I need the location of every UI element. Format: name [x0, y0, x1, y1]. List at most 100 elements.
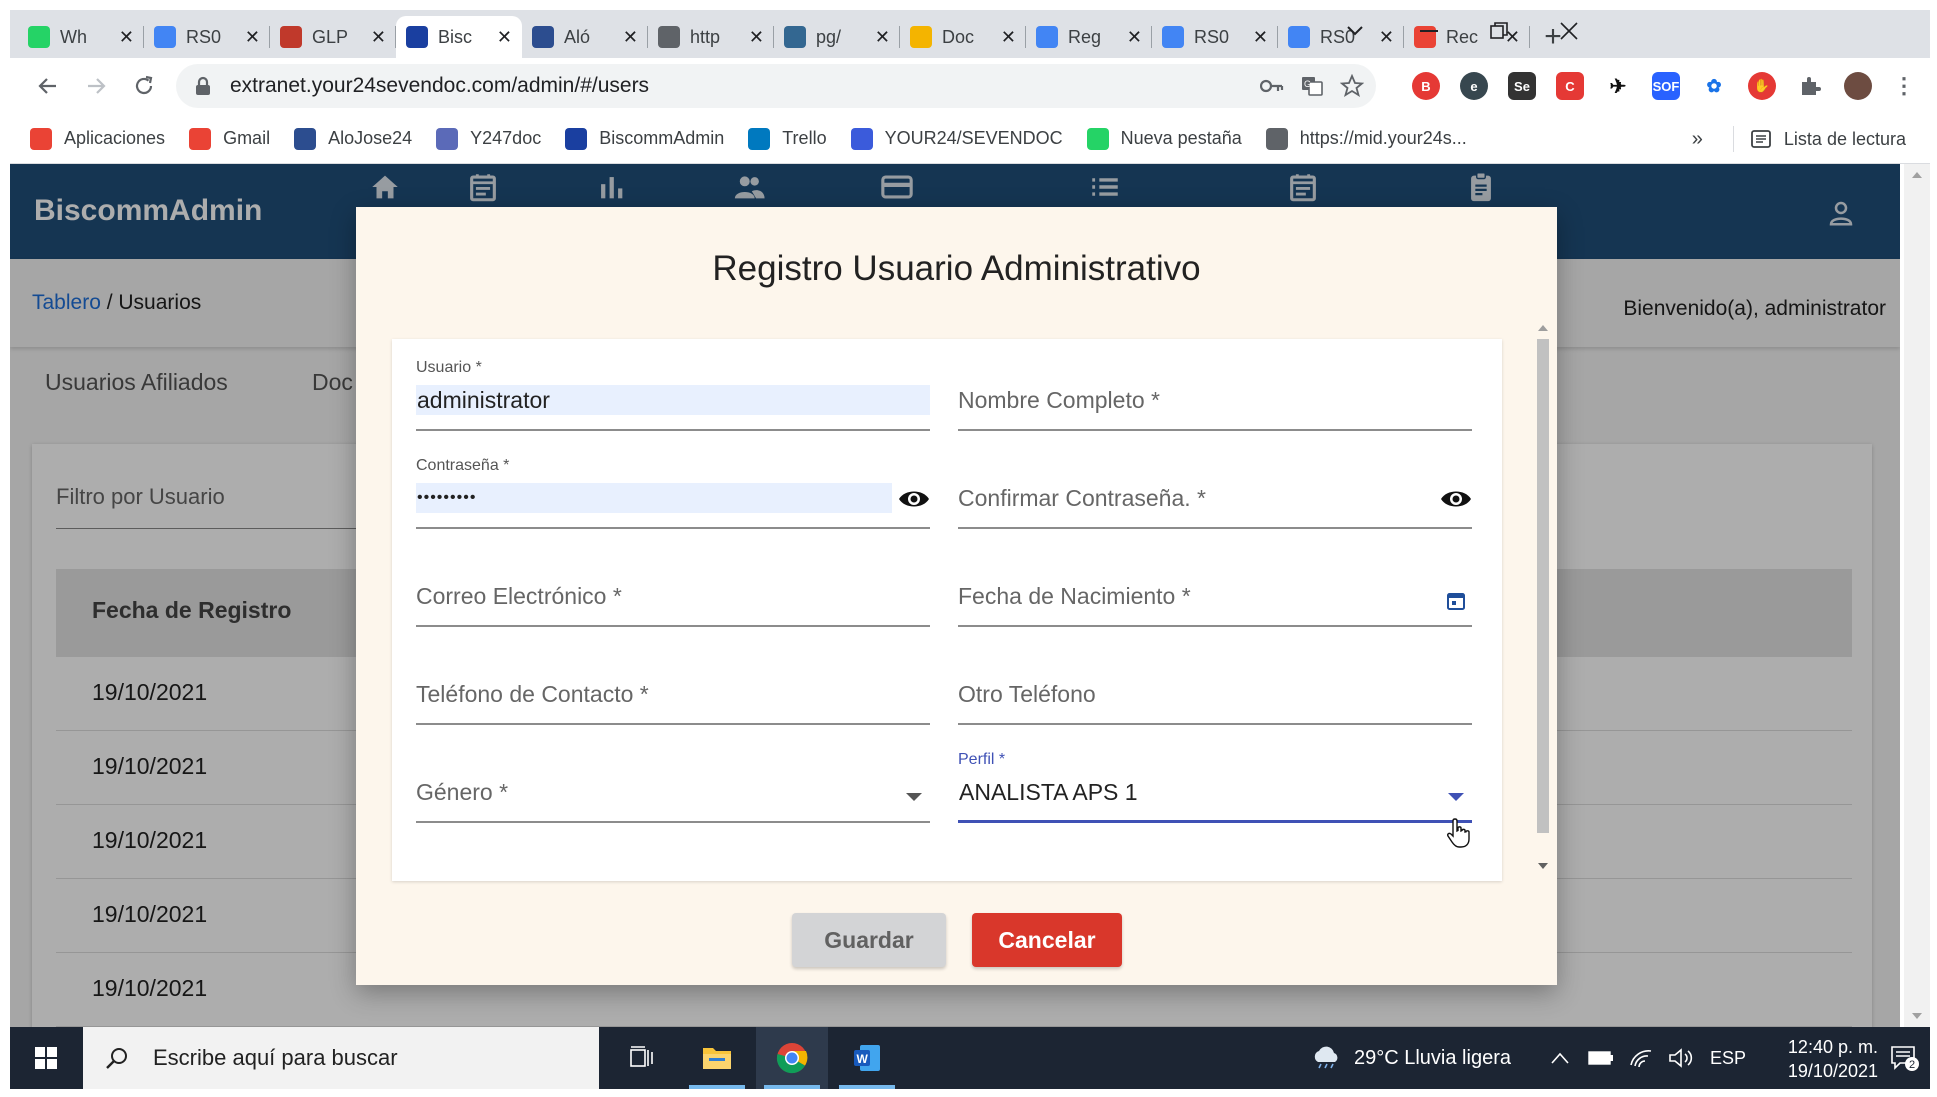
tab-close-icon[interactable]: ✕ [245, 27, 260, 48]
tab-close-icon[interactable]: ✕ [623, 27, 638, 48]
browser-tab-strip: Wh ✕ RS0 ✕ GLP ✕ Bisc ✕ Aló ✕ http ✕ pg/✕ Doc ✕ Reg ✕ RS0… [10, 10, 1930, 58]
bookmark-item[interactable]: Aplicaciones [30, 127, 165, 150]
tab-title: pg/ [816, 26, 842, 47]
close-window-button[interactable] [1534, 10, 1604, 52]
battery-icon[interactable] [1588, 1050, 1614, 1066]
docs-icon [1036, 26, 1058, 48]
taskbar-search-box[interactable]: Escribe aquí para buscar [83, 1027, 599, 1089]
profile-select[interactable]: Perfil * ANALISTA APS 1 [958, 743, 1472, 823]
tab-close-icon[interactable]: ✕ [119, 27, 134, 48]
phone-field[interactable]: Teléfono de Contacto * [416, 645, 930, 725]
notification-center[interactable]: 2 [1890, 1027, 1920, 1089]
task-view-icon[interactable] [606, 1027, 678, 1089]
bookmark-item[interactable]: Y247doc [436, 127, 541, 150]
browser-tab[interactable]: pg/ ✕ [774, 16, 900, 58]
tab-close-icon[interactable]: ✕ [1127, 27, 1142, 48]
selenium-icon[interactable]: Se [1508, 72, 1536, 100]
extension-4-icon[interactable]: C [1556, 72, 1584, 100]
full-name-field[interactable]: Nombre Completo * [958, 351, 1472, 431]
bookmark-label: BiscommAdmin [599, 128, 725, 148]
file-explorer-icon[interactable] [681, 1027, 753, 1089]
profile-avatar[interactable] [1844, 72, 1872, 100]
tab-title: Bisc [438, 26, 473, 47]
reload-button[interactable] [120, 62, 168, 110]
browser-tab[interactable]: Wh ✕ [18, 16, 144, 58]
key-icon[interactable] [1260, 74, 1284, 98]
tab-search-icon[interactable] [1320, 10, 1390, 52]
start-button[interactable] [10, 1027, 82, 1089]
tab-title: Aló [564, 26, 591, 47]
show-confirm-password-eye-icon[interactable] [1440, 483, 1472, 515]
bookmark-label: Nueva pestaña [1120, 128, 1242, 148]
browser-tab[interactable]: Bisc ✕ [396, 16, 522, 58]
translate-icon[interactable]: G [1300, 74, 1324, 98]
browser-tab[interactable]: RS0 ✕ [144, 16, 270, 58]
extensions-puzzle-icon[interactable] [1796, 72, 1824, 100]
bookmark-item[interactable]: https://mid.your24s... [1265, 127, 1467, 150]
extension-2-icon[interactable]: e [1460, 72, 1488, 100]
forward-button[interactable] [72, 62, 120, 110]
tab-title: RS0 [186, 26, 222, 47]
calendar-picker-icon[interactable] [1440, 585, 1472, 617]
volume-icon[interactable] [1668, 1047, 1694, 1069]
confirm-password-field[interactable]: Confirmar Contraseña. * [958, 449, 1472, 529]
reading-list-icon [1751, 130, 1771, 148]
extension-5-icon[interactable]: ✈ [1604, 72, 1632, 100]
tab-close-icon[interactable]: ✕ [1253, 27, 1268, 48]
bookmarks-overflow-button[interactable]: » [1692, 128, 1703, 151]
browser-tab[interactable]: Aló ✕ [522, 16, 648, 58]
chevron-up-icon[interactable] [1550, 1051, 1570, 1065]
adblock-icon[interactable]: ✋ [1748, 72, 1776, 100]
chrome-taskbar-icon[interactable] [756, 1027, 828, 1089]
email-placeholder: Correo Electrónico * [416, 583, 622, 609]
whatsapp-icon [28, 26, 50, 48]
modal-scrollbar[interactable] [1533, 317, 1553, 881]
wifi-icon[interactable] [1628, 1047, 1654, 1069]
password-field[interactable]: Contraseña * ••••••••• [416, 449, 930, 529]
language-indicator[interactable]: ESP [1710, 1048, 1746, 1069]
minimize-button[interactable] [1394, 10, 1464, 52]
restore-button[interactable] [1464, 10, 1534, 52]
bookmark-star-icon[interactable] [1340, 74, 1364, 98]
bookmark-item[interactable]: Nueva pestaña [1086, 127, 1242, 150]
extension-1-icon[interactable]: B [1412, 72, 1440, 100]
chrome-menu-icon[interactable]: ⋮ [1890, 72, 1918, 100]
tab-title: RS0 [1194, 26, 1230, 47]
gender-select[interactable]: Género * [416, 743, 930, 823]
word-icon[interactable]: W [831, 1027, 903, 1089]
browser-tab[interactable]: Reg ✕ [1026, 16, 1152, 58]
bookmark-item[interactable]: BiscommAdmin [565, 127, 725, 150]
username-field[interactable]: Usuario * administrator [416, 351, 930, 431]
save-button[interactable]: Guardar [792, 913, 946, 967]
tab-close-icon[interactable]: ✕ [875, 27, 890, 48]
email-field[interactable]: Correo Electrónico * [416, 547, 930, 627]
taskbar-clock[interactable]: 12:40 p. m. 19/10/2021 [1788, 1035, 1878, 1083]
browser-tab[interactable]: http ✕ [648, 16, 774, 58]
back-button[interactable] [24, 62, 72, 110]
bookmark-item[interactable]: YOUR24/SEVENDOC [850, 127, 1063, 150]
cancel-button[interactable]: Cancelar [972, 913, 1122, 967]
sof-icon[interactable]: SOF [1652, 72, 1680, 100]
other-phone-field[interactable]: Otro Teléfono [958, 645, 1472, 725]
address-bar[interactable]: extranet.your24sevendoc.com/admin/#/user… [176, 64, 1376, 108]
reading-list-button[interactable]: Lista de lectura [1784, 129, 1906, 150]
weather-widget[interactable]: 29°C Lluvia ligera [1310, 1027, 1511, 1089]
browser-tab[interactable]: GLP ✕ [270, 16, 396, 58]
page-scrollbar[interactable] [1904, 164, 1930, 1027]
show-password-eye-icon[interactable] [898, 483, 930, 515]
extension-7-icon[interactable]: ✿ [1700, 72, 1728, 100]
browser-tab[interactable]: RS0 ✕ [1152, 16, 1278, 58]
bookmark-item[interactable]: Trello [748, 127, 827, 150]
bookmark-item[interactable]: Gmail [189, 127, 271, 150]
browser-tab[interactable]: Doc ✕ [900, 16, 1026, 58]
modal-scroll-thumb[interactable] [1537, 339, 1549, 833]
bookmark-label: Gmail [223, 128, 271, 148]
bookmark-favicon-icon [565, 127, 588, 150]
tab-close-icon[interactable]: ✕ [371, 27, 386, 48]
bookmark-item[interactable]: AloJose24 [294, 127, 412, 150]
birth-date-field[interactable]: Fecha de Nacimiento * [958, 547, 1472, 627]
tab-close-icon[interactable]: ✕ [497, 27, 512, 48]
tab-close-icon[interactable]: ✕ [749, 27, 764, 48]
url-text: extranet.your24sevendoc.com/admin/#/user… [230, 74, 650, 97]
tab-close-icon[interactable]: ✕ [1001, 27, 1016, 48]
